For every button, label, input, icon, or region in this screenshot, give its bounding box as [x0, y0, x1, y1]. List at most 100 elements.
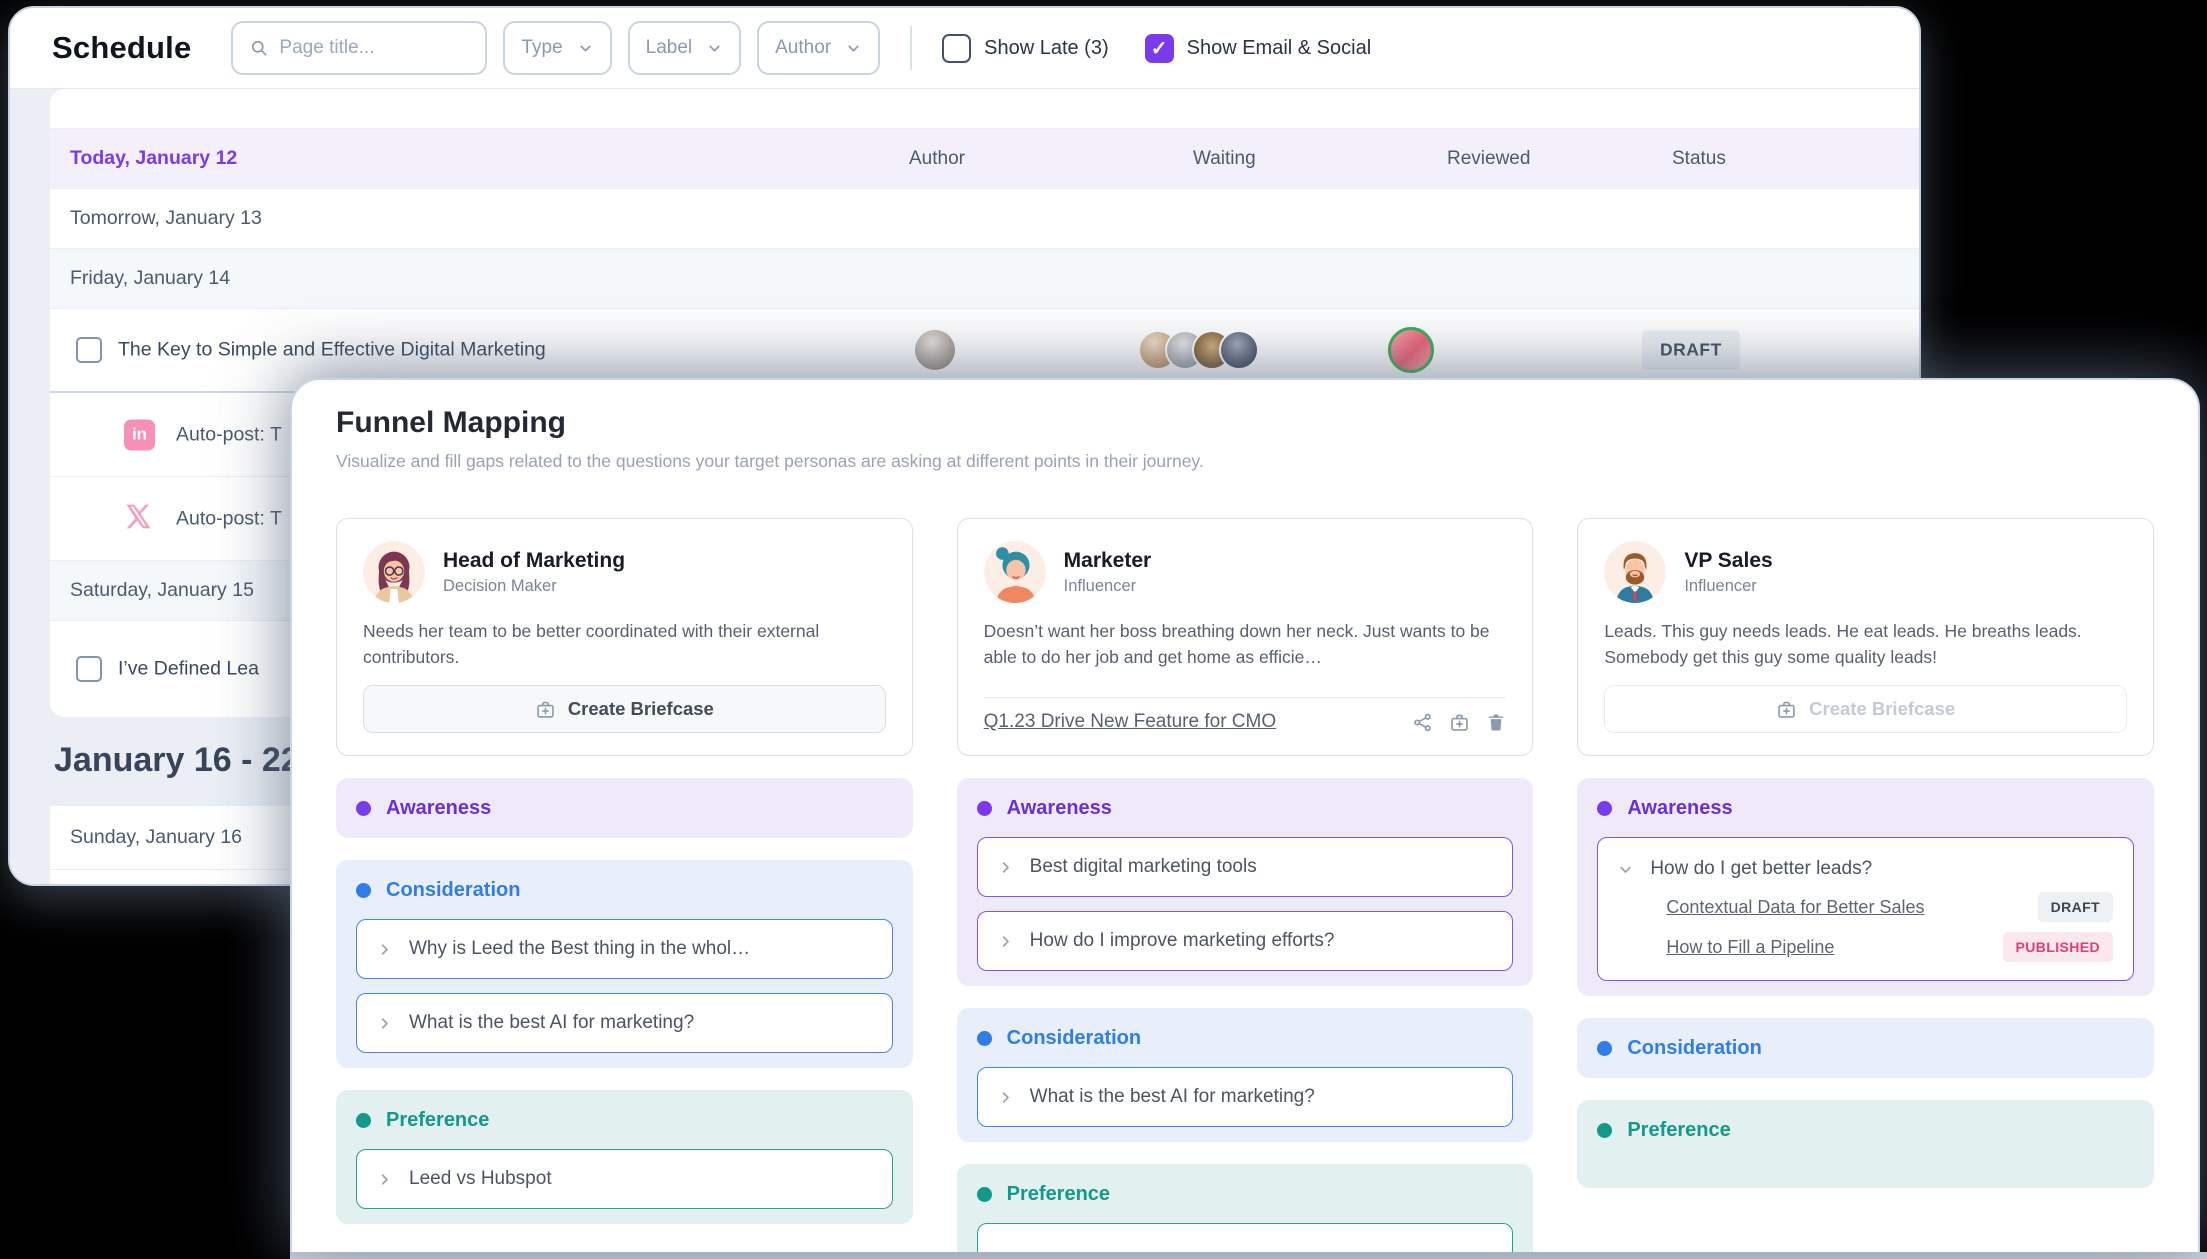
chevron-down-icon	[706, 40, 723, 57]
stage-dot-icon	[356, 1112, 371, 1128]
question-pages: Contextual Data for Better Sales DRAFT H…	[1666, 892, 2113, 962]
status-badge: PUBLISHED	[2002, 932, 2113, 962]
stage-dot-icon	[356, 882, 371, 898]
show-late-checkbox[interactable]	[942, 33, 972, 63]
page-link[interactable]: How to Fill a Pipeline	[1666, 937, 1834, 958]
show-email-social-toggle[interactable]: Show Email & Social	[1144, 33, 1372, 63]
status-badge: DRAFT	[1642, 330, 1740, 370]
consideration-header: Consideration	[976, 1023, 1514, 1053]
persona-role: Decision Maker	[443, 576, 557, 595]
briefcase-plus-icon[interactable]	[1449, 712, 1470, 733]
question-text: How do I improve marketing efforts?	[1029, 930, 1335, 951]
row-checkbox[interactable]	[76, 656, 102, 682]
chevron-right-icon	[377, 1016, 392, 1031]
persona-card: VP Sales Influencer Leads. This guy need…	[1577, 518, 2154, 756]
autopost-title[interactable]: Auto-post: T	[176, 423, 282, 446]
reviewed-avatar	[1388, 327, 1434, 373]
question-card[interactable]: How do I improve marketing efforts?	[976, 911, 1514, 971]
preference-header: Preference	[976, 1179, 1514, 1209]
question-text: What is the best AI for marketing?	[409, 1012, 695, 1033]
chevron-down-icon	[1618, 862, 1633, 877]
show-email-social-checkbox[interactable]	[1144, 33, 1174, 63]
author-filter-dropdown[interactable]: Author	[757, 21, 881, 75]
stage-label: Preference	[1006, 1182, 1111, 1205]
persona-card: Head of Marketing Decision Maker Needs h…	[336, 518, 913, 756]
modal-subtitle: Visualize and fill gaps related to the q…	[336, 451, 1204, 471]
awareness-header: Awareness	[1597, 793, 2134, 823]
label-filter-label: Label	[645, 37, 693, 58]
question-card[interactable]	[976, 1223, 1514, 1252]
awareness-header: Awareness	[356, 793, 893, 823]
persona-avatar	[1604, 541, 1667, 603]
persona-column-head-of-marketing: Head of Marketing Decision Maker Needs h…	[336, 518, 913, 1252]
autopost-title[interactable]: Auto-post: T	[176, 507, 282, 530]
awareness-section: Awareness	[336, 778, 913, 838]
stage-label: Awareness	[1627, 796, 1733, 819]
x-twitter-icon	[124, 502, 153, 536]
page-link[interactable]: Contextual Data for Better Sales	[1666, 897, 1924, 918]
persona-role: Influencer	[1063, 576, 1137, 595]
column-header-reviewed: Reviewed	[1447, 147, 1531, 169]
page-title-link[interactable]: The Key to Simple and Effective Digital …	[118, 339, 546, 362]
stage-label: Consideration	[1627, 1036, 1762, 1059]
group-date-label: Friday, January 14	[70, 267, 231, 289]
create-briefcase-button[interactable]: Create Briefcase	[363, 685, 886, 733]
row-checkbox[interactable]	[76, 337, 102, 363]
persona-columns: Head of Marketing Decision Maker Needs h…	[336, 518, 2154, 1252]
column-header-author: Author	[909, 147, 965, 169]
group-date-label: Tomorrow, January 13	[70, 207, 262, 229]
question-toggle[interactable]: How do I get better leads?	[1618, 852, 2113, 886]
page-title-search[interactable]	[231, 21, 488, 75]
show-email-social-label: Show Email & Social	[1186, 36, 1372, 59]
preference-section: Preference	[956, 1164, 1534, 1252]
trash-icon[interactable]	[1486, 712, 1506, 733]
chevron-right-icon	[998, 860, 1013, 875]
page-title-link[interactable]: I’ve Defined Lea	[118, 658, 259, 681]
create-briefcase-button-disabled[interactable]: Create Briefcase	[1604, 685, 2127, 733]
question-card[interactable]: Why is Leed the Best thing in the whol…	[356, 919, 893, 979]
persona-column-marketer: Marketer Influencer Doesn’t want her bos…	[956, 518, 1534, 1252]
persona-role: Influencer	[1684, 576, 1757, 595]
preference-section: Preference	[1577, 1100, 2154, 1188]
awareness-header: Awareness	[976, 793, 1514, 823]
chevron-right-icon	[998, 1090, 1013, 1105]
persona-header: VP Sales Influencer	[1604, 541, 2127, 603]
author-filter-label: Author	[775, 37, 832, 58]
consideration-header: Consideration	[1597, 1033, 2134, 1063]
clipped-row	[50, 89, 1919, 129]
waiting-avatars	[1138, 330, 1259, 370]
chevron-right-icon	[377, 942, 392, 957]
show-late-toggle[interactable]: Show Late (3)	[942, 33, 1109, 63]
label-filter-dropdown[interactable]: Label	[627, 21, 742, 75]
search-input[interactable]	[279, 37, 470, 59]
persona-avatar	[983, 541, 1046, 603]
stage-dot-icon	[1597, 1122, 1613, 1138]
persona-name: Marketer	[1063, 548, 1152, 572]
share-icon[interactable]	[1412, 712, 1433, 733]
page-row: How to Fill a Pipeline PUBLISHED	[1666, 932, 2113, 962]
persona-header: Marketer Influencer	[983, 541, 1507, 603]
stage-dot-icon	[976, 800, 992, 816]
persona-name: Head of Marketing	[443, 548, 626, 572]
search-icon	[249, 38, 269, 58]
group-date-label: Saturday, January 15	[70, 579, 254, 601]
briefcase-plus-icon	[535, 699, 556, 720]
column-header-waiting: Waiting	[1193, 147, 1256, 169]
chevron-down-icon	[845, 40, 862, 57]
linked-page-link[interactable]: Q1.23 Drive New Feature for CMO	[984, 711, 1276, 733]
page-row: Contextual Data for Better Sales DRAFT	[1666, 892, 2113, 922]
question-card-expanded: How do I get better leads? Contextual Da…	[1597, 837, 2134, 981]
question-text: Leed vs Hubspot	[409, 1168, 552, 1189]
stage-label: Preference	[1627, 1118, 1731, 1141]
question-text: How do I get better leads?	[1650, 858, 1873, 879]
create-briefcase-label: Create Briefcase	[567, 698, 714, 719]
question-card[interactable]: What is the best AI for marketing?	[976, 1067, 1514, 1127]
question-card[interactable]: What is the best AI for marketing?	[356, 993, 893, 1053]
persona-card: Marketer Influencer Doesn’t want her bos…	[956, 518, 1534, 756]
question-card[interactable]: Best digital marketing tools	[976, 837, 1514, 897]
stage-label: Consideration	[1006, 1026, 1142, 1049]
type-filter-dropdown[interactable]: Type	[503, 21, 612, 75]
question-card[interactable]: Leed vs Hubspot	[356, 1149, 893, 1209]
briefcase-plus-icon	[1776, 699, 1797, 720]
stage-label: Awareness	[1006, 796, 1112, 819]
